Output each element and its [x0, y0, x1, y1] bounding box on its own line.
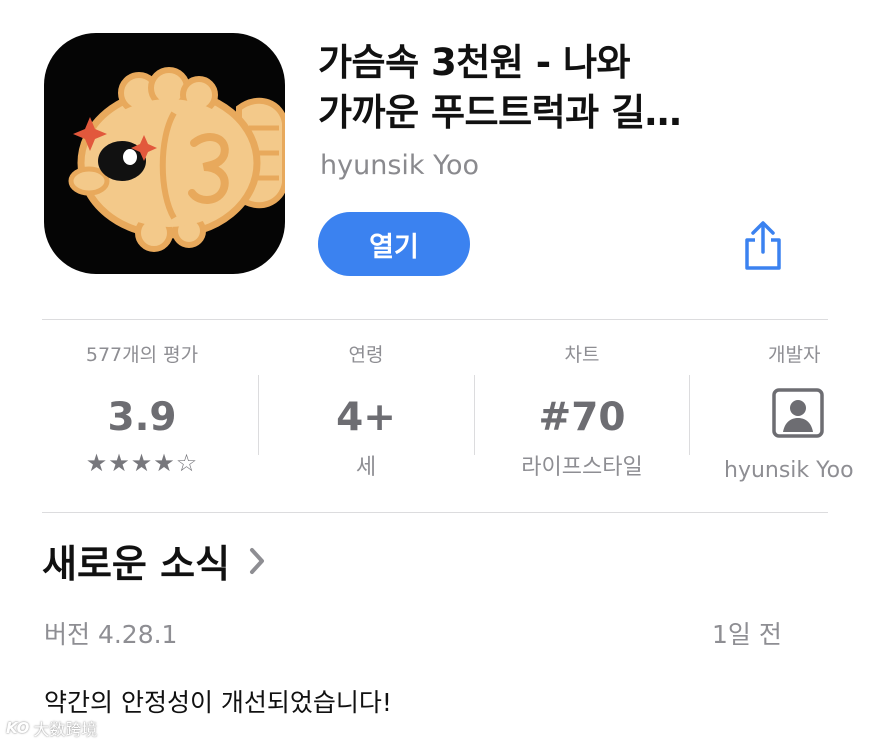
age-label: 연령	[348, 344, 384, 366]
age-value: 4+	[336, 395, 396, 440]
chart-label: 차트	[564, 344, 600, 366]
release-date: 1일 전	[712, 620, 782, 649]
chart-category: 라이프스타일	[521, 455, 643, 480]
watermark-logo: KO	[6, 719, 30, 737]
person-icon	[772, 388, 824, 438]
divider-top	[42, 319, 828, 320]
share-button[interactable]	[740, 220, 786, 272]
watermark-text: 大数跨境	[33, 720, 98, 739]
stat-chart[interactable]: 차트 #70 라이프스타일	[482, 340, 682, 481]
stat-separator	[258, 375, 259, 455]
rating-stars: ★★★★☆	[85, 449, 199, 477]
developer-stat-name: hyunsik Yoo	[724, 458, 854, 483]
chart-value: #70	[538, 395, 626, 440]
app-title: 가슴속 3천원 - 나와 가까운 푸드트럭과 길…	[318, 38, 838, 138]
share-icon	[745, 221, 781, 270]
age-sub: 세	[355, 455, 377, 480]
app-title-line-2: 가까운 푸드트럭과 길…	[318, 91, 682, 134]
stat-age[interactable]: 연령 4+ 세	[266, 340, 466, 481]
version-text: 버전 4.28.1	[44, 620, 178, 649]
stat-ratings[interactable]: 577개의 평가 3.9 ★★★★☆	[42, 340, 242, 477]
whats-new-title: 새로운 소식	[42, 542, 231, 586]
whats-new-header[interactable]: 새로운 소식	[42, 533, 266, 588]
chevron-right-icon	[250, 547, 265, 574]
app-title-line-1: 가슴속 3천원 - 나와	[318, 41, 631, 84]
developer-link[interactable]: hyunsik Yoo	[320, 150, 479, 181]
divider-middle	[42, 512, 828, 513]
release-notes: 약간의 안정성이 개선되었습니다!	[44, 688, 392, 717]
taiyaki-fish-icon	[68, 67, 285, 252]
stat-developer[interactable]: 개발자 hyunsik Yoo	[720, 340, 870, 500]
open-button[interactable]: 열기	[318, 212, 470, 276]
watermark: KO 大数跨境	[6, 716, 97, 740]
developer-stat-label: 개발자	[768, 344, 821, 366]
stat-separator	[474, 375, 475, 455]
ratings-label: 577개의 평가	[85, 344, 199, 366]
app-icon	[44, 33, 285, 274]
stat-separator	[689, 375, 690, 455]
ratings-value: 3.9	[107, 395, 177, 440]
